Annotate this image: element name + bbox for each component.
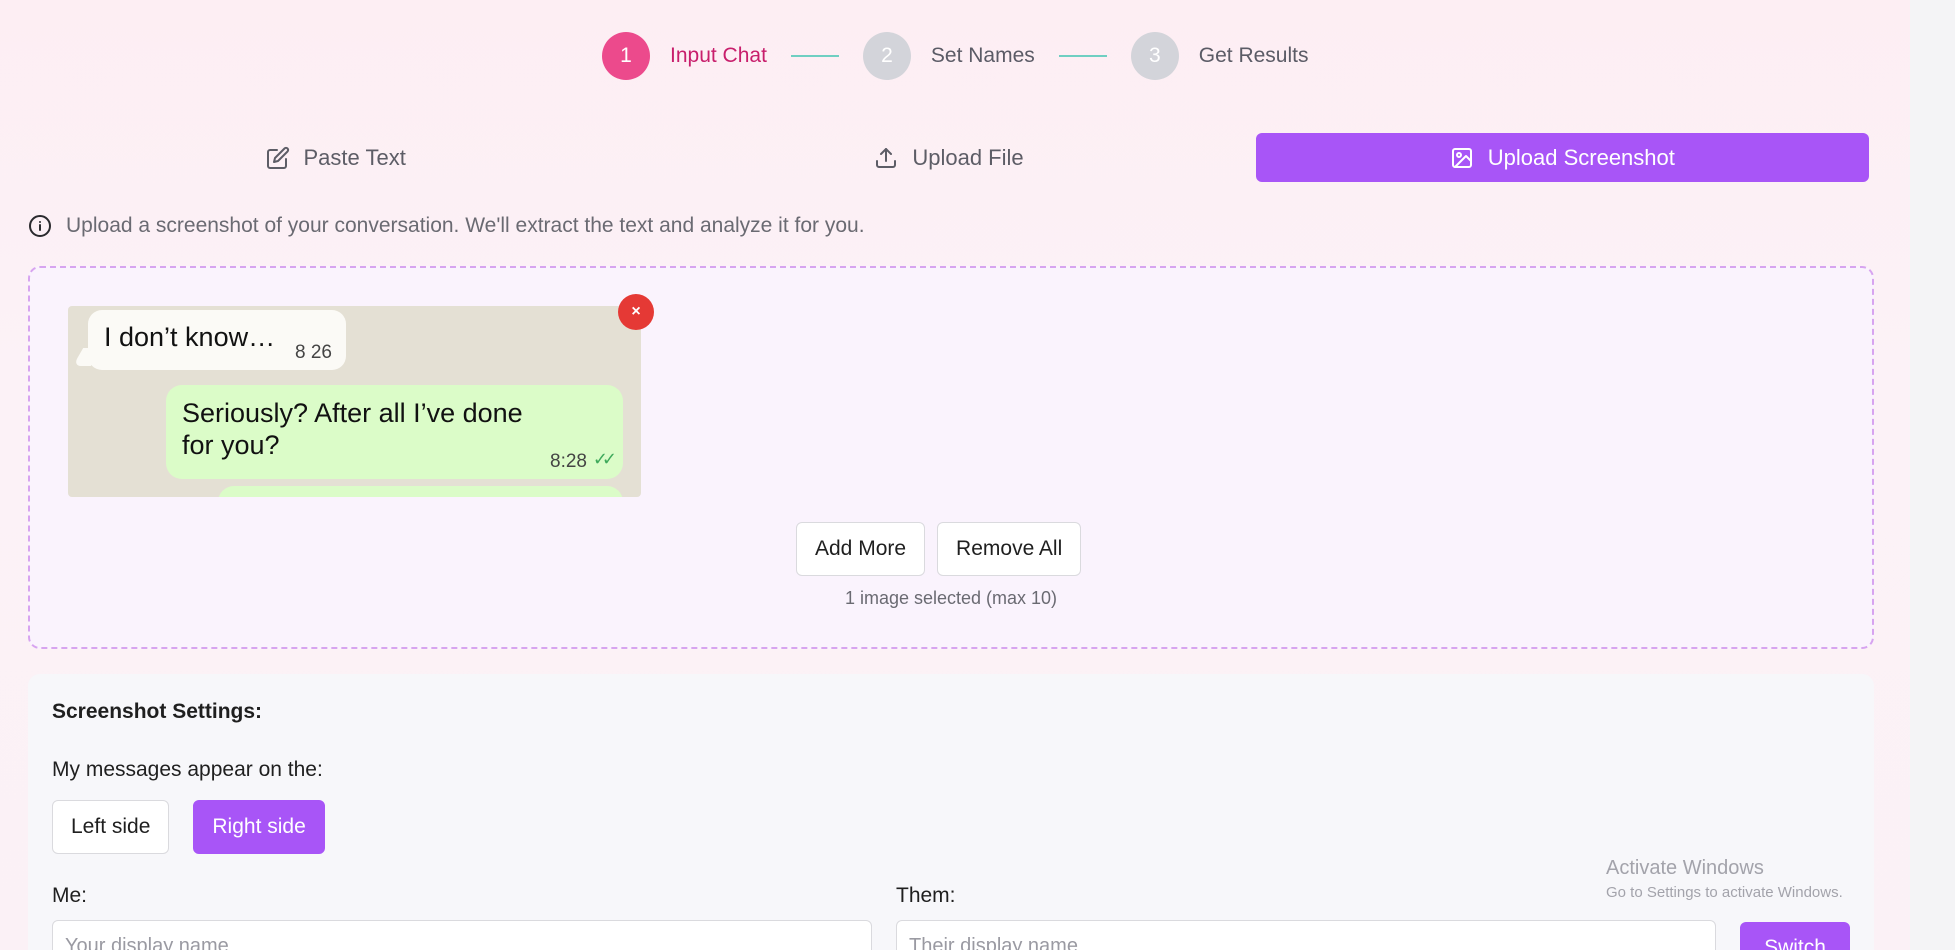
step-number: 3 xyxy=(1130,32,1179,80)
right-side-button[interactable]: Right side xyxy=(193,800,325,854)
bubble-text: I don’t know… xyxy=(104,322,276,352)
activate-windows-watermark: Activate Windows Go to Settings to activ… xyxy=(1606,857,1843,901)
step-get-results[interactable]: 3 Get Results xyxy=(1130,32,1309,80)
chat-bubble-incoming: I don’t know… 8 26 xyxy=(72,310,346,370)
watermark-subtitle: Go to Settings to activate Windows. xyxy=(1606,884,1843,901)
tab-label: Paste Text xyxy=(303,144,406,170)
bubble-tail xyxy=(72,348,102,366)
switch-button[interactable]: Switch xyxy=(1740,922,1850,950)
add-more-button[interactable]: Add More xyxy=(796,522,926,576)
them-label: Them: xyxy=(896,884,956,907)
input-method-tabs: Paste Text Upload File Upload Screenshot xyxy=(29,133,1869,182)
them-name-input[interactable]: Their display name xyxy=(896,920,1716,950)
info-icon xyxy=(29,215,51,237)
me-name-input[interactable]: Your display name xyxy=(52,920,872,950)
step-label: Set Names xyxy=(930,44,1035,67)
settings-title: Screenshot Settings: xyxy=(52,700,263,723)
me-label: Me: xyxy=(52,884,88,907)
tab-upload-screenshot[interactable]: Upload Screenshot xyxy=(1255,133,1869,182)
edit-icon xyxy=(266,146,289,169)
dropzone-actions: Add More Remove All xyxy=(796,522,1082,576)
upload-icon xyxy=(876,147,897,168)
tab-paste-text[interactable]: Paste Text xyxy=(29,133,642,182)
bubble-text-line-1: Seriously? After all I’ve done xyxy=(182,398,523,428)
remove-all-button[interactable]: Remove All xyxy=(937,522,1082,576)
info-message: Upload a screenshot of your conversation… xyxy=(28,214,865,238)
step-set-names[interactable]: 2 Set Names xyxy=(862,32,1035,80)
step-input-chat[interactable]: 1 Input Chat xyxy=(602,32,767,80)
info-text: Upload a screenshot of your conversation… xyxy=(66,214,865,237)
bubble-time: 8 26 xyxy=(295,342,332,363)
step-number: 1 xyxy=(602,32,650,80)
screenshot-dropzone[interactable]: I don’t know… 8 26 Seriously? After all … xyxy=(28,266,1874,649)
step-label: Get Results xyxy=(1198,44,1309,67)
right-edge-panel xyxy=(1910,0,1955,950)
watermark-title: Activate Windows xyxy=(1606,857,1764,879)
tab-upload-file[interactable]: Upload File xyxy=(642,133,1255,182)
bubble-text-line-2: for you? xyxy=(182,430,280,460)
tab-label: Upload File xyxy=(912,144,1024,170)
selected-count: 1 image selected (max 10) xyxy=(844,588,1058,608)
side-toggle: Left side Right side xyxy=(52,800,325,854)
left-side-button[interactable]: Left side xyxy=(52,800,170,854)
side-label: My messages appear on the: xyxy=(52,758,323,781)
bubble-time: 8:28 xyxy=(550,451,587,472)
step-connector xyxy=(1058,55,1107,57)
progress-stepper: 1 Input Chat 2 Set Names 3 Get Results xyxy=(602,32,1309,80)
step-label: Input Chat xyxy=(670,44,767,67)
chat-bubble-partial xyxy=(218,486,623,497)
step-number: 2 xyxy=(862,32,911,80)
screenshot-thumbnail: I don’t know… 8 26 Seriously? After all … xyxy=(68,306,641,497)
screenshot-settings-panel: Screenshot Settings: My messages appear … xyxy=(28,674,1874,950)
step-connector xyxy=(790,55,839,57)
image-icon xyxy=(1451,147,1472,168)
remove-image-button[interactable]: × xyxy=(618,294,654,330)
double-check-icon: ✓✓ xyxy=(592,449,617,469)
chat-bubble-outgoing: Seriously? After all I’ve done for you? … xyxy=(166,385,623,479)
tab-label: Upload Screenshot xyxy=(1487,144,1675,170)
